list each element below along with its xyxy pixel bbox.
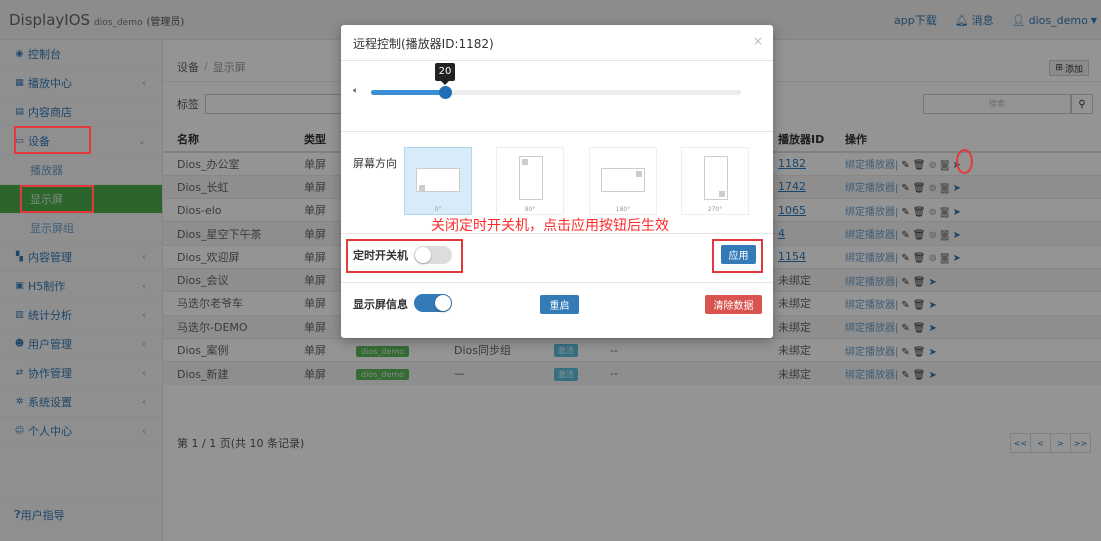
modal-divider [341, 282, 773, 283]
orientation-270[interactable]: 270° [681, 147, 749, 215]
modal-divider [341, 60, 773, 61]
annotation-box-device [14, 126, 91, 154]
display-info-toggle[interactable] [414, 294, 452, 312]
volume-tooltip: 20 [435, 63, 455, 85]
orientation-label-0: 0° [434, 206, 442, 213]
volume-slider[interactable]: 20 [371, 63, 741, 99]
screen-marker [636, 171, 642, 177]
orientation-label: 屏幕方向 [353, 157, 397, 170]
toggle-knob [435, 295, 451, 311]
display-info-label: 显示屏信息 [353, 298, 408, 311]
annotation-box-display [20, 185, 94, 213]
screen-marker [419, 185, 425, 191]
orientation-label-180: 180° [615, 206, 631, 213]
annotation-circle-remote [956, 149, 973, 174]
modal-divider [341, 131, 773, 132]
clear-data-button[interactable]: 清除数据 [705, 295, 762, 314]
modal-title: 远程控制(播放器ID:1182) [353, 37, 494, 51]
orientation-90[interactable]: 90° [496, 147, 564, 215]
close-icon[interactable]: × [753, 34, 763, 48]
volume-icon: 🔈︎ [353, 86, 359, 96]
annotation-box-apply [712, 239, 763, 273]
orientation-label-90: 90° [524, 206, 536, 213]
annotation-box-timer [346, 239, 463, 273]
screen-marker [522, 159, 528, 165]
screen-marker [719, 191, 725, 197]
instruction-annotation: 关闭定时开关机，点击应用按钮后生效 [431, 218, 669, 234]
volume-slider-handle[interactable] [439, 86, 452, 99]
orientation-180[interactable]: 180° [589, 147, 657, 215]
orientation-0[interactable]: 0° [404, 147, 472, 215]
orientation-label-270: 270° [707, 206, 723, 213]
volume-slider-fill [371, 90, 445, 95]
remote-control-modal: 远程控制(播放器ID:1182) × 🔈︎ 20 屏幕方向 0° 90° 180… [341, 25, 773, 338]
reboot-button[interactable]: 重启 [540, 295, 579, 314]
modal-divider [341, 233, 773, 234]
